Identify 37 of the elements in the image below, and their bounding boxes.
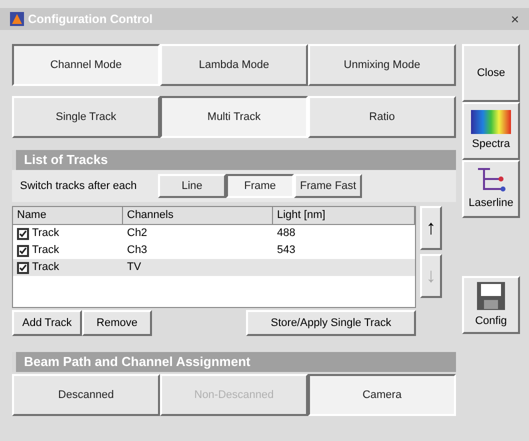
laser-path-icon xyxy=(476,166,506,193)
checkbox[interactable] xyxy=(17,228,29,240)
checkbox[interactable] xyxy=(17,244,29,256)
track-mode-tab[interactable]: Single Track xyxy=(12,96,160,138)
track-row[interactable]: Track TV xyxy=(13,259,415,276)
table-cell-text: TV xyxy=(126,260,142,276)
track-mode-tab[interactable]: Multi Track xyxy=(160,96,308,138)
track-name: Track xyxy=(32,260,60,276)
switch-option[interactable]: Frame xyxy=(226,174,294,198)
switch-option[interactable]: Frame Fast xyxy=(294,174,362,198)
table-cell-text: 543 xyxy=(276,243,296,258)
move-up-button[interactable]: ↑ xyxy=(420,206,442,250)
app-icon xyxy=(10,12,24,26)
spectrum-icon xyxy=(471,110,511,134)
beam-path-tab[interactable]: Descanned xyxy=(12,374,160,416)
switch-option[interactable]: Line xyxy=(158,174,226,198)
beam-path-tab[interactable]: Camera xyxy=(308,374,456,416)
mode-tab[interactable]: Lambda Mode xyxy=(160,44,308,86)
table-cell-text: Ch3 xyxy=(126,243,148,258)
track-name: Track xyxy=(32,243,60,258)
table-cell-text: Ch2 xyxy=(126,226,148,242)
table-cell-text: 488 xyxy=(276,226,296,242)
action-button[interactable]: Remove xyxy=(82,310,152,336)
checkbox[interactable] xyxy=(17,262,29,274)
track-mode-tab[interactable]: Ratio xyxy=(308,96,456,138)
track-name: Track xyxy=(32,226,60,242)
close-button[interactable]: Close xyxy=(462,44,520,102)
mode-tab[interactable]: Unmixing Mode xyxy=(308,44,456,86)
spectra-button[interactable]: Spectra xyxy=(462,102,520,160)
section-header: Beam Path and Channel Assignment xyxy=(12,352,456,372)
switch-label: Switch tracks after each xyxy=(20,178,138,194)
action-button[interactable]: Add Track xyxy=(12,310,82,336)
action-button[interactable]: Store/Apply Single Track xyxy=(246,310,416,336)
laserline-button[interactable]: Laserline xyxy=(462,160,520,218)
section-header: List of Tracks xyxy=(12,150,456,170)
mode-tab[interactable]: Channel Mode xyxy=(12,44,160,86)
config-button[interactable]: Config xyxy=(462,276,520,334)
